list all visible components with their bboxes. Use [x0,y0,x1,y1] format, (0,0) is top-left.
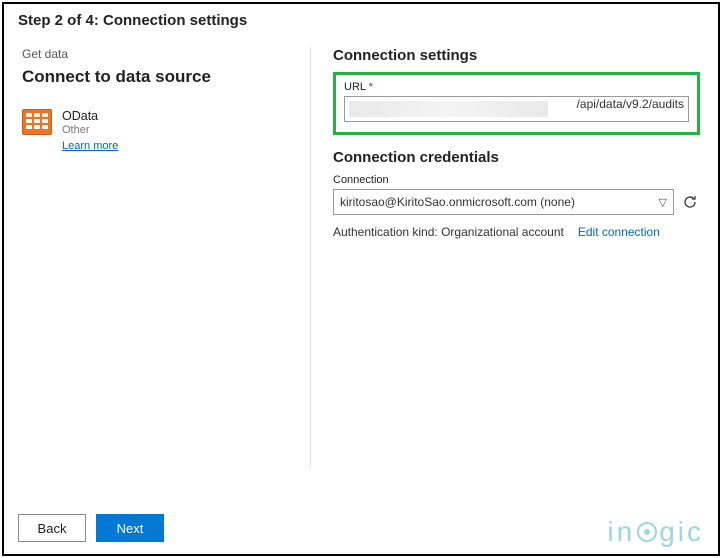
step-title: Step 2 of 4: Connection settings [4,4,718,33]
page-title: Connect to data source [22,67,300,87]
connection-label: Connection [333,174,700,186]
connection-credentials-heading: Connection credentials [333,149,700,166]
connection-settings-heading: Connection settings [333,47,700,64]
connection-value: kiritosao@KiritoSao.onmicrosoft.com (non… [340,195,575,209]
source-category: Other [62,124,118,136]
get-data-label: Get data [22,47,300,61]
learn-more-link[interactable]: Learn more [62,140,118,152]
url-input[interactable]: /api/data/v9.2/audits [344,96,689,122]
url-masked-segment [349,101,548,117]
next-button[interactable]: Next [96,514,164,542]
url-highlight-box: URL * /api/data/v9.2/audits [333,72,700,135]
connection-select[interactable]: kiritosao@KiritoSao.onmicrosoft.com (non… [333,189,674,215]
url-label: URL * [344,81,689,93]
chevron-down-icon: ▽ [659,196,667,209]
url-visible-value: /api/data/v9.2/audits [577,97,684,111]
data-source-row: OData Other Learn more [22,109,300,154]
refresh-icon[interactable] [680,192,700,212]
auth-kind: Authentication kind: Organizational acco… [333,225,564,239]
back-button[interactable]: Back [18,514,86,542]
inogic-watermark: ingic [607,516,704,548]
odata-icon [22,109,52,135]
source-name: OData [62,109,118,123]
edit-connection-link[interactable]: Edit connection [578,225,660,239]
